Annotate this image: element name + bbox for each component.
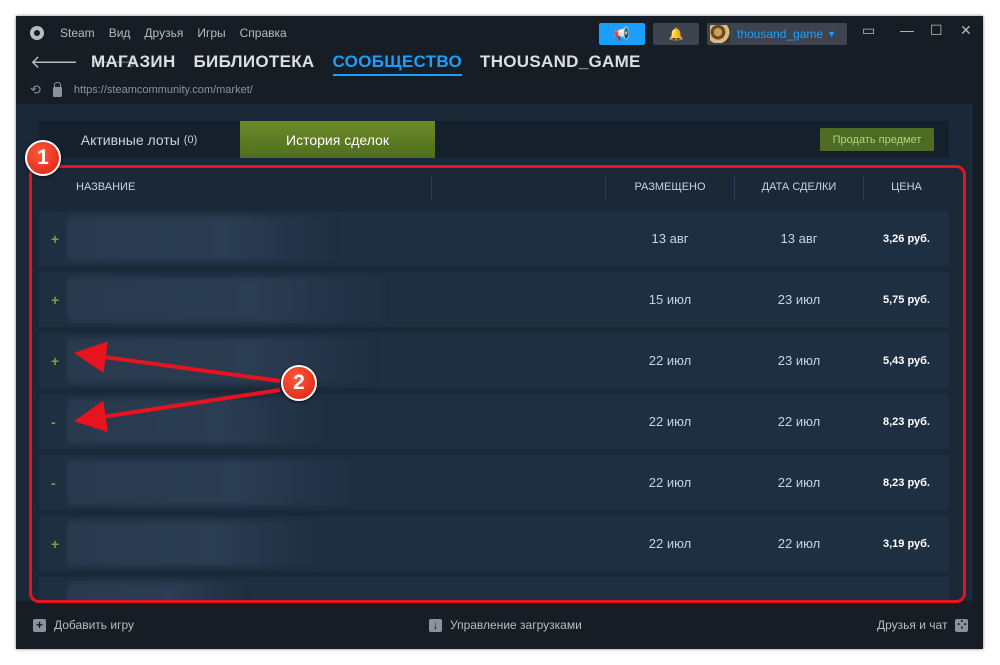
annotation-badge-2: 2 [281, 365, 317, 401]
arrow-to-minus [74, 388, 281, 433]
arrow-to-plus [74, 341, 281, 383]
annotation-arrows [74, 341, 281, 433]
